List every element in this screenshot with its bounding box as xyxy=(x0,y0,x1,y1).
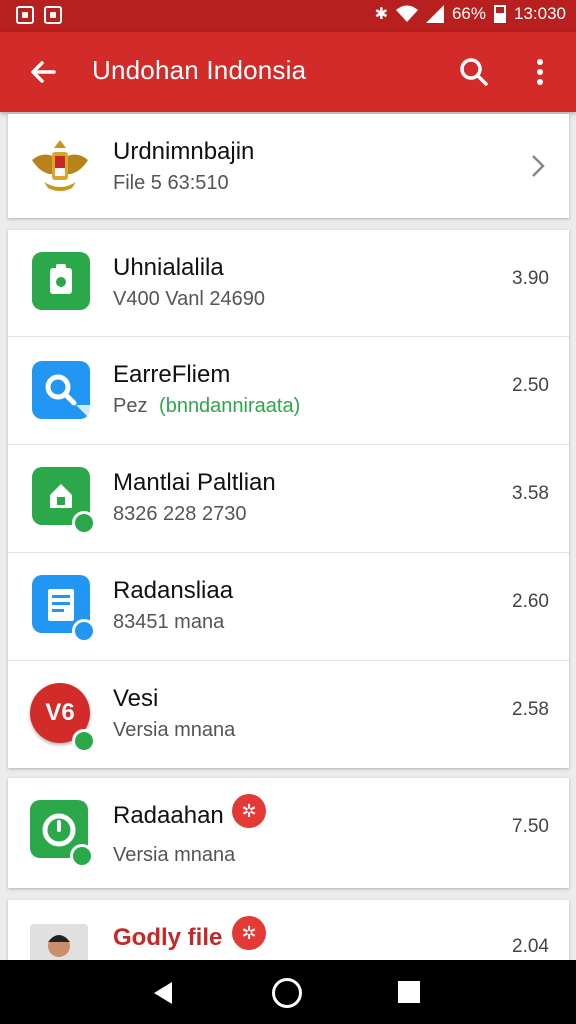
nav-back-icon[interactable] xyxy=(150,980,176,1011)
item-title: Vesi xyxy=(113,685,159,712)
clock: 13:030 xyxy=(514,4,566,23)
status-badge xyxy=(72,729,96,753)
item-title: Radaahan xyxy=(113,802,224,829)
battery-percent: 66% xyxy=(451,4,486,23)
signal-icon xyxy=(425,5,444,23)
battery-icon xyxy=(494,5,506,23)
item-value: 7.50 xyxy=(512,816,549,837)
item-value: 2.50 xyxy=(512,375,549,396)
back-arrow-icon[interactable] xyxy=(24,52,64,92)
alert-badge-icon: ✲ xyxy=(232,794,266,828)
item-title: Mantlai Paltlian xyxy=(113,469,276,496)
list-item[interactable]: Uhnialalila V400 Vanl 24690 3.90 xyxy=(8,230,569,336)
item-subtitle-prefix: Pez xyxy=(113,395,148,417)
item-title: Uhnialalila xyxy=(113,254,224,281)
item-subtitle: File 5 63:510 xyxy=(113,172,229,194)
bluetooth-icon: ✱ xyxy=(374,6,388,23)
list-item[interactable]: Radaahan ✲ Versia mnana 7.50 xyxy=(8,778,569,888)
item-subtitle-highlight: (bnndanniraata) xyxy=(159,395,301,417)
item-subtitle: 83451 mana xyxy=(113,611,225,633)
list-item[interactable]: Radansliaa 83451 mana 2.60 xyxy=(8,553,569,660)
item-value: 2.04 xyxy=(512,936,549,957)
chevron-right-icon xyxy=(529,152,547,180)
nav-home-icon[interactable] xyxy=(272,978,302,1008)
garuda-emblem-icon xyxy=(28,134,92,198)
notification-icons xyxy=(16,6,62,24)
search-icon[interactable] xyxy=(454,52,494,92)
item-title: Urdnimnbajin xyxy=(113,138,255,165)
item-value: 3.90 xyxy=(512,268,549,289)
list-item[interactable]: Mantlai Paltlian 8326 228 2730 3.58 xyxy=(8,445,569,552)
items-card: Uhnialalila V400 Vanl 24690 3.90 EarreFl… xyxy=(8,230,569,768)
navigation-bar xyxy=(0,960,576,1024)
page-title: Undohan Indonsia xyxy=(92,55,307,85)
wifi-icon xyxy=(395,5,418,23)
app-icon-label: V6 xyxy=(45,699,75,726)
app-bar: Undohan Indonsia xyxy=(0,32,576,112)
items-card: Radaahan ✲ Versia mnana 7.50 xyxy=(8,778,569,888)
status-bar: ✱ 66% 13:030 xyxy=(0,0,576,32)
list-item[interactable]: EarreFliem Pez (bnndanniraata) 2.50 xyxy=(8,337,569,444)
list-item[interactable]: V6 Vesi Versia mnana 2.58 xyxy=(8,661,569,768)
item-subtitle: Versia mnana xyxy=(113,719,236,741)
item-title: EarreFliem xyxy=(113,361,231,388)
notification-icon xyxy=(16,6,34,24)
item-subtitle: 8326 228 2730 xyxy=(113,503,247,525)
item-value: 2.58 xyxy=(512,699,549,720)
status-badge xyxy=(72,619,96,643)
item-title: Radansliaa xyxy=(113,577,234,604)
nav-recent-apps-icon[interactable] xyxy=(398,981,420,1003)
item-subtitle: V400 Vanl 24690 xyxy=(113,288,265,310)
header-card[interactable]: Urdnimnbajin File 5 63:510 xyxy=(8,114,569,218)
item-subtitle: Pez (bnndanniraata) xyxy=(113,395,300,418)
status-badge xyxy=(72,511,96,535)
notification-icon xyxy=(44,6,62,24)
status-badge xyxy=(70,844,94,868)
item-value: 2.60 xyxy=(512,591,549,612)
item-subtitle: Versia mnana xyxy=(113,844,236,866)
search-app-icon xyxy=(32,361,90,419)
more-options-icon[interactable] xyxy=(522,52,558,92)
list-item[interactable]: Urdnimnbajin File 5 63:510 xyxy=(8,114,569,218)
item-title: Godly file xyxy=(113,924,223,951)
app-icon xyxy=(32,252,90,310)
alert-badge-icon: ✲ xyxy=(232,916,266,950)
item-value: 3.58 xyxy=(512,483,549,504)
